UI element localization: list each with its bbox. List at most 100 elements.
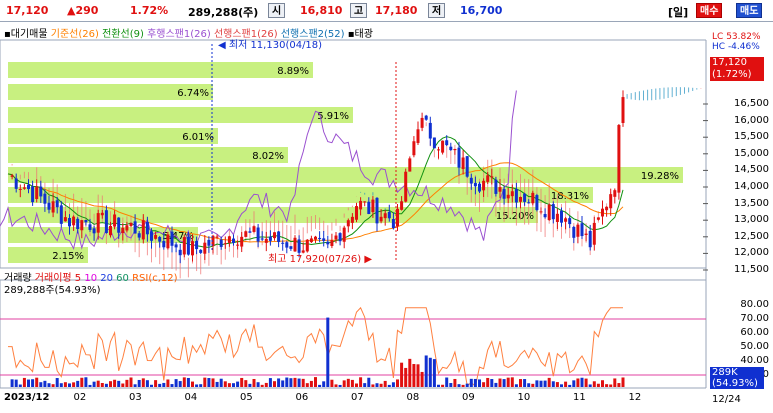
candle-body — [260, 238, 264, 240]
candle-body — [387, 211, 391, 219]
volume-profile-bar — [8, 167, 683, 183]
volume-bar — [39, 382, 43, 387]
volume-bar — [391, 382, 395, 387]
volume-bar — [285, 377, 289, 387]
chart-canvas[interactable]: 8.89%6.74%5.91%6.01%8.02%19.28%18.31%15.… — [0, 22, 773, 410]
candle-body — [178, 249, 182, 256]
volume-bar — [31, 379, 35, 387]
candle-body — [547, 204, 551, 221]
candle-body — [248, 231, 252, 233]
candle-body — [613, 190, 617, 197]
legend-base-line[interactable]: 기준선(26) — [51, 29, 99, 40]
candle-body — [158, 236, 162, 242]
candle-body — [133, 221, 137, 234]
volume-bar — [621, 377, 625, 387]
volume-bar — [416, 364, 420, 387]
volume-bar — [14, 379, 18, 387]
candle-body — [309, 238, 313, 243]
volume-bar — [27, 379, 30, 387]
lc-label: LC — [712, 32, 724, 42]
buy-button[interactable]: 매수 — [696, 3, 723, 18]
volume-bar — [482, 382, 486, 387]
legend-leading-span2[interactable]: 선행스팬2(52) — [281, 29, 345, 40]
volume-bar — [22, 377, 26, 387]
candle-body — [223, 243, 227, 245]
price-axis-tick: 15,000 — [734, 147, 769, 159]
volume-bar — [330, 379, 334, 387]
legend-ma60[interactable]: 60 — [116, 273, 129, 284]
volume-bar — [555, 382, 559, 387]
candle-body — [596, 217, 600, 220]
candle-body — [199, 249, 203, 253]
legend-volume-profile[interactable]: 대기매물 — [11, 29, 48, 40]
candle-body — [506, 194, 510, 199]
price-axis-tick: 12,000 — [734, 247, 769, 259]
volume-bar — [248, 383, 252, 387]
volume-bar — [502, 379, 506, 387]
candle-body — [498, 187, 502, 192]
legend-rsi[interactable]: RSI(c,12) — [132, 273, 177, 284]
candle-body — [437, 149, 440, 151]
volume-bar — [432, 359, 436, 387]
candle-body — [465, 156, 469, 177]
candle-body — [502, 189, 506, 199]
legend-leading-span1[interactable]: 선행스팬1(26) — [214, 29, 278, 40]
candle-body — [568, 218, 572, 225]
volume-bar — [371, 384, 375, 387]
low-label: 저 — [428, 3, 446, 18]
price-axis-tick: 16,000 — [734, 114, 769, 126]
period-selector[interactable]: [일] — [668, 4, 688, 20]
volume-profile-label: 6.74% — [177, 88, 209, 99]
legend-stock-name[interactable]: 태광 — [355, 29, 373, 40]
volume-bar — [535, 380, 539, 387]
candle-body — [408, 158, 412, 172]
volume-bar — [72, 382, 76, 387]
volume-bar — [125, 379, 129, 387]
volume-bar — [195, 384, 199, 387]
volume-readout: 289,288주(54.93%) — [4, 285, 101, 296]
quote-header: 17,120 ▲290 1.72% 289,288(주) 시 16,810 고 … — [0, 0, 773, 22]
candle-body — [88, 224, 92, 230]
rsi-axis-tick: 60.00 — [740, 327, 769, 338]
candle-body — [453, 149, 457, 151]
date-axis-label: 12 — [628, 392, 642, 403]
candle-body — [182, 237, 186, 255]
volume-bar — [588, 384, 592, 387]
legend-ma20[interactable]: 20 — [100, 273, 113, 284]
price-axis-tick: 15,500 — [734, 131, 769, 143]
candle-body — [621, 97, 625, 123]
hc-label: HC — [712, 42, 726, 52]
sell-button[interactable]: 매도 — [736, 3, 763, 18]
high-annotation: 최고 17,920(07/26) ▶ — [268, 253, 372, 265]
volume-bar — [387, 384, 391, 387]
price-axis-tick: 12,500 — [734, 230, 769, 242]
price-axis-tick: 16,500 — [734, 98, 769, 109]
volume-profile-label: 5.91% — [317, 111, 349, 122]
volume-bar — [215, 381, 219, 387]
volume-bar — [322, 381, 326, 387]
volume-bar — [359, 377, 363, 387]
legend-lagging-span[interactable]: 후행스팬1(26) — [147, 29, 211, 40]
volume-bar — [367, 377, 371, 387]
volume-bar — [584, 378, 588, 387]
volume-bar — [207, 378, 211, 387]
volume-bar — [478, 379, 481, 387]
candle-body — [186, 236, 190, 255]
candle-body — [268, 236, 272, 241]
candle-body — [137, 233, 141, 238]
volume-bar — [547, 377, 551, 387]
candle-body — [334, 235, 338, 240]
volume-bar — [424, 355, 428, 387]
chart-area[interactable]: 8.89% 6.74% 5.91% 6.01% 8.02% 19.28% 18.31% 15.… — [0, 22, 773, 410]
trade-volume: 289,288(주) — [188, 6, 259, 19]
volume-bar — [59, 383, 63, 387]
candle-body — [510, 191, 514, 197]
legend-conversion-line[interactable]: 전환선(9) — [102, 29, 144, 40]
candle-body — [289, 246, 293, 249]
candle-body — [588, 230, 592, 248]
volume-bar — [170, 384, 174, 387]
date-axis-label: 08 — [406, 392, 420, 403]
candle-body — [43, 193, 47, 204]
candle-body — [543, 214, 547, 218]
volume-bar — [182, 377, 186, 387]
